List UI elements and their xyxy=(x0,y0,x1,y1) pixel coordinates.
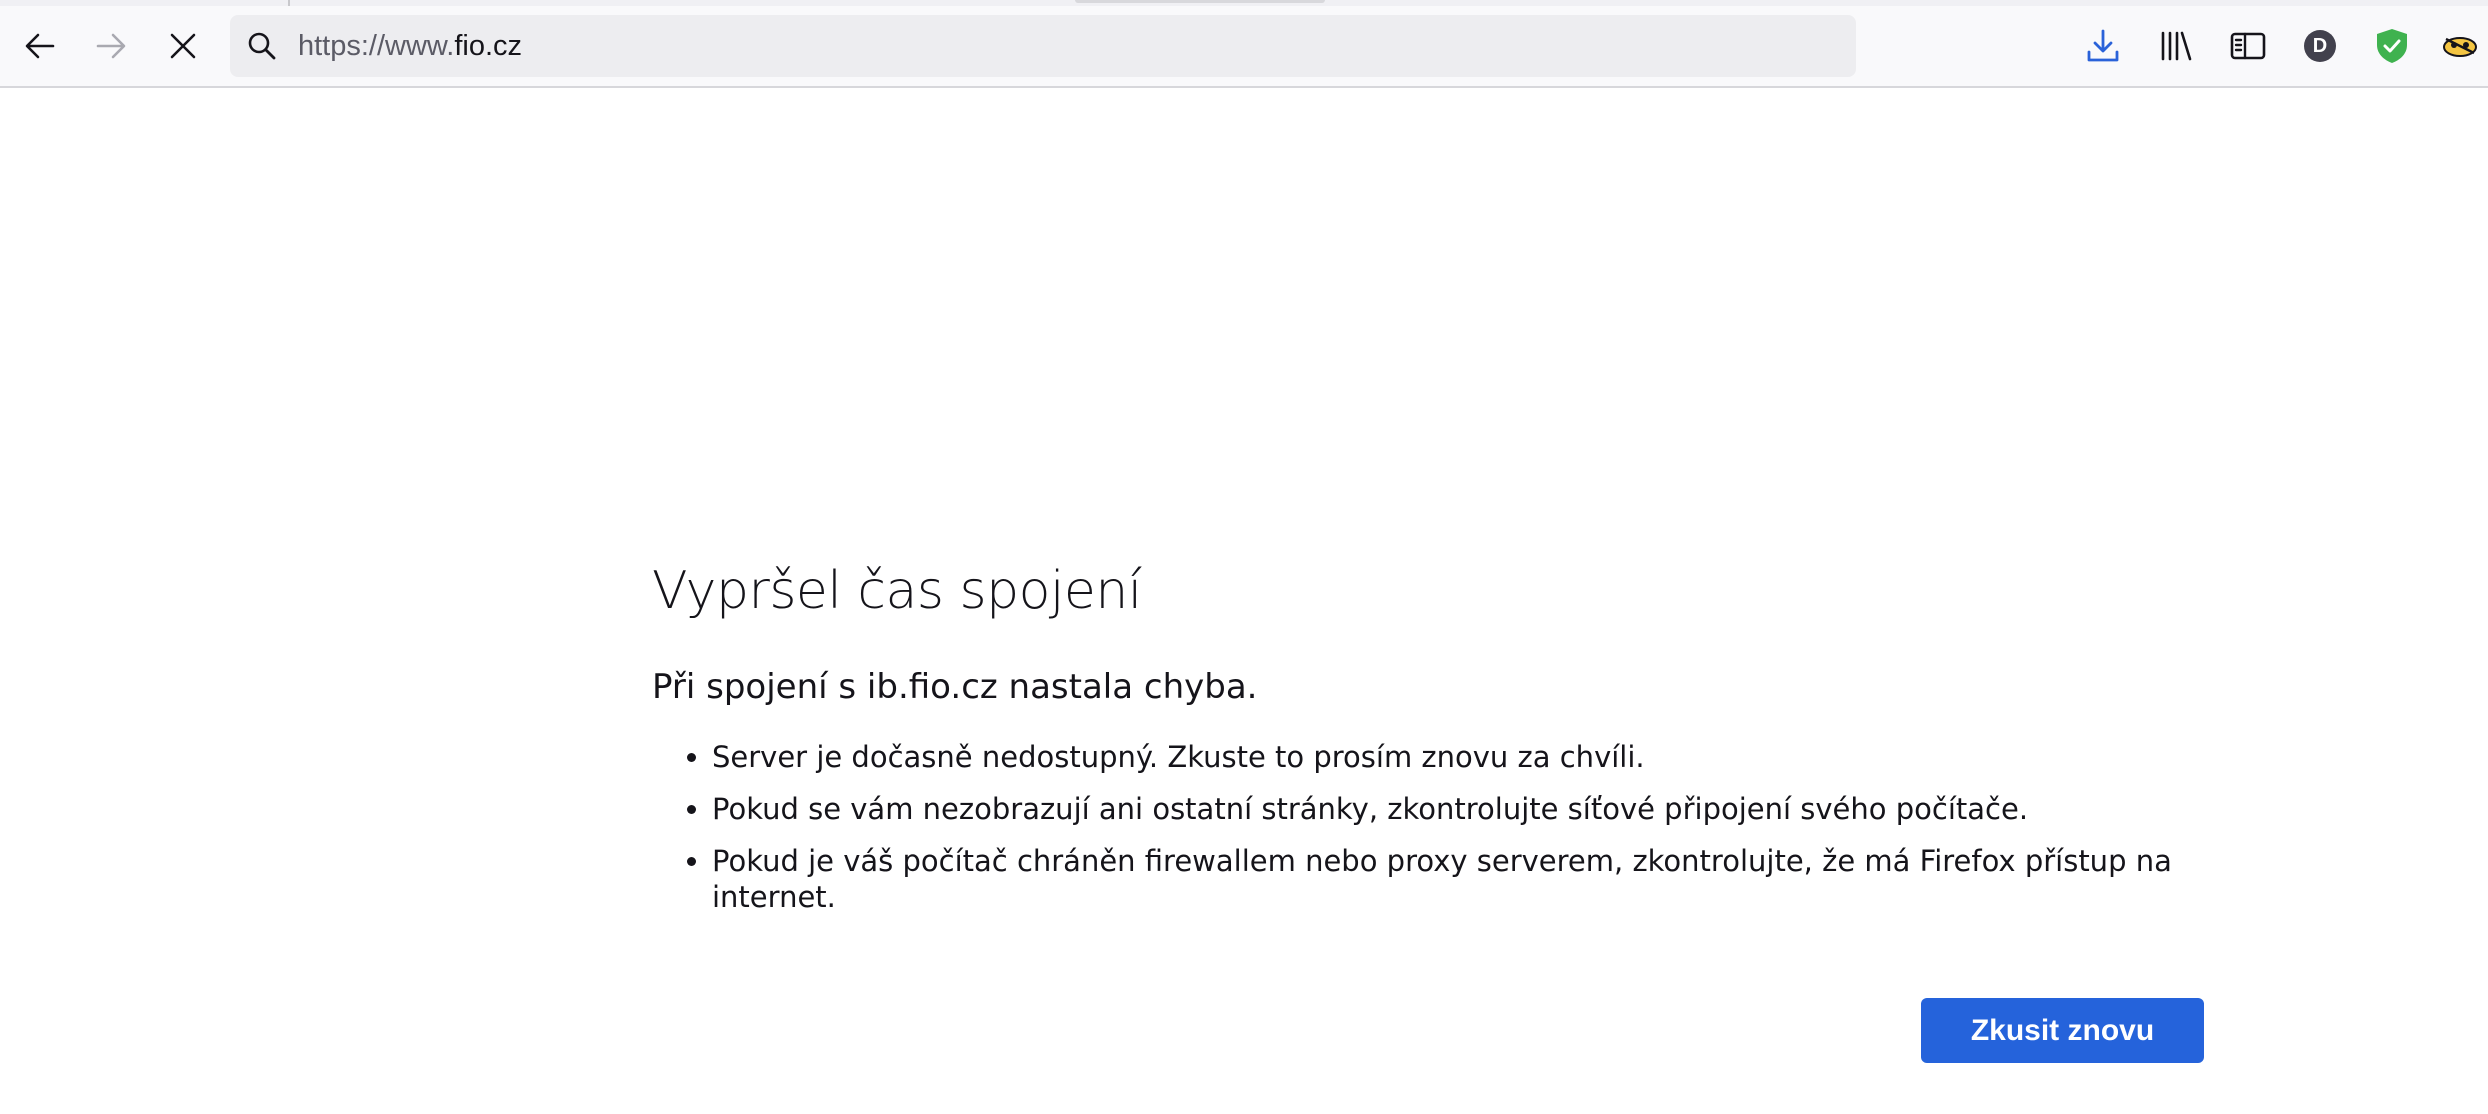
error-content: Vypršel čas spojení Při spojení s ib.fio… xyxy=(652,555,2204,931)
stop-button[interactable] xyxy=(155,18,211,74)
downloads-button[interactable] xyxy=(2075,18,2131,74)
url-text[interactable]: https://www.fio.cz xyxy=(298,15,522,77)
account-letter: D xyxy=(2312,35,2328,57)
library-icon xyxy=(2161,31,2192,61)
try-again-button[interactable]: Zkusit znovu xyxy=(1921,998,2204,1063)
sidebar-button[interactable] xyxy=(2220,18,2276,74)
list-item: Pokud je váš počítač chráněn firewallem … xyxy=(712,843,2204,915)
navigation-toolbar: https://www.fio.cz D xyxy=(0,6,2488,88)
arrow-right-icon xyxy=(96,33,126,59)
arrow-left-icon xyxy=(25,33,55,59)
error-description: Při spojení s ib.fio.cz nastala chyba. xyxy=(652,667,1258,707)
download-icon xyxy=(2087,29,2119,62)
url-scheme: https://www. xyxy=(298,30,455,62)
back-button[interactable] xyxy=(12,18,68,74)
shield-check-icon xyxy=(2377,29,2407,63)
sidebar-icon xyxy=(2230,32,2266,60)
search-icon xyxy=(248,32,276,60)
extension-icon xyxy=(2443,37,2477,57)
account-button[interactable]: D xyxy=(2292,18,2348,74)
list-item: Server je dočasně nedostupný. Zkuste to … xyxy=(712,739,2204,775)
shield-extension-button[interactable] xyxy=(2364,18,2420,74)
error-title: Vypršel čas spojení xyxy=(652,561,1142,621)
library-button[interactable] xyxy=(2148,18,2204,74)
error-suggestions: Server je dočasně nedostupný. Zkuste to … xyxy=(652,739,2204,915)
extension-button[interactable] xyxy=(2432,18,2488,74)
active-tab-edge[interactable] xyxy=(1075,0,1325,3)
close-icon xyxy=(170,33,196,59)
list-item: Pokud se vám nezobrazují ani ostatní str… xyxy=(712,791,2204,827)
address-bar[interactable]: https://www.fio.cz xyxy=(230,15,1856,77)
url-host: fio.cz xyxy=(454,30,523,62)
forward-button[interactable] xyxy=(83,18,139,74)
